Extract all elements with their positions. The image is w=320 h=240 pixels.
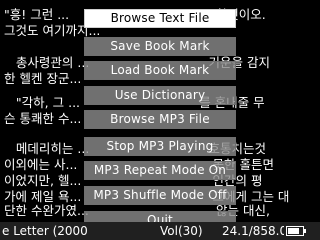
- battery-tip: [304, 229, 306, 233]
- file-progress: 24.1/858.0KB: [222, 224, 284, 238]
- menu-item-browse-text-file[interactable]: Browse Text File: [84, 9, 236, 28]
- menu-item-mp3-shuffle-mode[interactable]: MP3 Shuffle Mode Off: [84, 186, 236, 205]
- menu-item-load-book-mark[interactable]: Load Book Mark: [84, 61, 236, 80]
- menu-item-stop-mp3-playing[interactable]: Stop MP3 Playing: [84, 137, 236, 156]
- status-bar: e Letter (2000 Vol(30) 24.1/858.0KB: [0, 222, 320, 240]
- menu-item-use-dictionary[interactable]: Use Dictionary: [84, 86, 236, 105]
- volume-indicator: Vol(30): [160, 224, 203, 238]
- current-file-name: e Letter (2000: [2, 224, 88, 238]
- menu-item-save-book-mark[interactable]: Save Book Mark: [84, 37, 236, 56]
- popup-menu: Browse Text File Save Book Mark Load Boo…: [84, 6, 236, 234]
- battery-icon: [286, 226, 304, 236]
- menu-item-mp3-repeat-mode[interactable]: MP3 Repeat Mode On: [84, 161, 236, 180]
- menu-item-browse-mp3-file[interactable]: Browse MP3 File: [84, 110, 236, 129]
